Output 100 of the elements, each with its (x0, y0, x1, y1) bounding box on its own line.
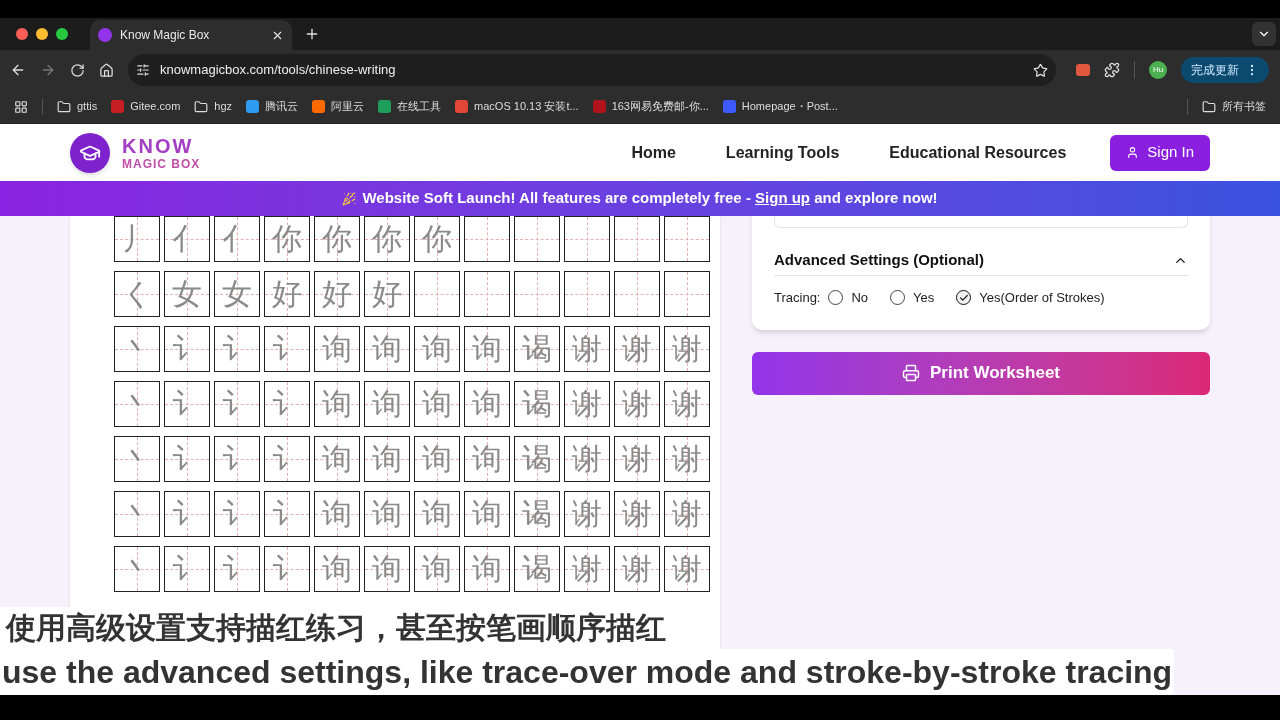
practice-cell: 讠 (264, 436, 310, 482)
practice-cell: 谢 (664, 381, 710, 427)
practice-cell: く (114, 271, 160, 317)
back-icon[interactable] (10, 62, 26, 78)
practice-cell: 谢 (564, 326, 610, 372)
practice-cell: 询 (314, 436, 360, 482)
practice-cell: 你 (314, 216, 360, 262)
extension-icon[interactable] (1076, 64, 1090, 76)
bookmark-item[interactable]: 在线工具 (378, 98, 442, 115)
practice-cell: 询 (314, 491, 360, 537)
practice-cell: 讠 (214, 546, 260, 592)
practice-cell: 你 (414, 216, 460, 262)
extensions-icon[interactable] (1104, 62, 1120, 78)
radio-option[interactable]: Yes (890, 288, 935, 308)
practice-cell: 讠 (264, 491, 310, 537)
site-settings-icon[interactable] (136, 63, 150, 77)
radio-button[interactable] (890, 290, 906, 306)
print-worksheet-button[interactable]: Print Worksheet (752, 351, 1210, 395)
tab-title: Know Magic Box (120, 27, 211, 44)
practice-cell: 询 (464, 326, 510, 372)
practice-cell: 亻 (214, 216, 260, 262)
practice-cell: 女 (214, 271, 260, 317)
address-bar[interactable]: knowmagicbox.com/tools/chinese-writing (128, 54, 1056, 86)
practice-cell: 讠 (264, 381, 310, 427)
bookmark-item[interactable]: Homepage・Post... (722, 98, 838, 115)
practice-cell: 询 (414, 491, 460, 537)
practice-cell: 谢 (614, 546, 660, 592)
bookmark-item[interactable]: Gitee.com (111, 98, 181, 115)
practice-cell (464, 271, 510, 317)
practice-cell (564, 216, 610, 262)
practice-cell: 谢 (564, 491, 610, 537)
sign-in-button[interactable]: Sign In (1110, 134, 1210, 171)
practice-cell: 谢 (614, 326, 660, 372)
practice-cell (564, 271, 610, 317)
tracing-label: Tracing: (774, 289, 821, 307)
practice-cell: 丶 (114, 326, 160, 372)
practice-cell: 讠 (164, 436, 210, 482)
practice-cell: 谢 (564, 546, 610, 592)
practice-cell (614, 271, 660, 317)
practice-cell: 询 (464, 381, 510, 427)
practice-cell: 询 (314, 326, 360, 372)
practice-cell: 谢 (664, 326, 710, 372)
practice-cell: 讠 (164, 491, 210, 537)
practice-cell: 谒 (514, 546, 560, 592)
practice-cell: 谢 (664, 546, 710, 592)
logo-badge[interactable] (70, 132, 110, 173)
browser-tab[interactable]: Know Magic Box (90, 20, 292, 50)
all-bookmarks-item[interactable]: 所有书签 (1202, 98, 1266, 115)
sign-up-link[interactable]: Sign up (755, 189, 811, 207)
practice-cell: 谢 (664, 491, 710, 537)
practice-cell: 讠 (214, 326, 260, 372)
practice-cell (464, 216, 510, 262)
advanced-settings-toggle[interactable]: Advanced Settings (Optional) (774, 246, 1188, 276)
printer-icon (901, 364, 920, 382)
folder-icon (57, 99, 71, 114)
practice-cell: 好 (314, 271, 360, 317)
practice-cell: 丶 (114, 381, 160, 427)
practice-cell: 讠 (214, 491, 260, 537)
radio-button[interactable] (828, 290, 844, 306)
nav-link[interactable]: Educational Resources (889, 140, 1067, 165)
practice-cell: 讠 (164, 326, 210, 372)
bookmark-item[interactable]: 阿里云 (312, 98, 365, 115)
radio-button[interactable] (956, 290, 972, 306)
practice-cell: 询 (414, 326, 460, 372)
practice-cell: 询 (464, 491, 510, 537)
tab-list-button[interactable] (1252, 22, 1276, 46)
caption-english: use the advanced settings, like trace-over mode and stroke-by-stroke tracing (0, 649, 1175, 695)
home-icon[interactable] (99, 62, 114, 78)
bookmark-item[interactable]: 163网易免费邮-你... (592, 98, 709, 115)
nav-link[interactable]: Home (631, 140, 676, 165)
party-popper-icon (342, 191, 357, 206)
bookmark-item[interactable]: macOS 10.13 安装t... (455, 98, 579, 115)
practice-cell: 你 (264, 216, 310, 262)
new-tab-icon[interactable] (304, 26, 320, 42)
practice-cell: 询 (414, 546, 460, 592)
practice-cell (664, 271, 710, 317)
bookmark-item[interactable]: 腾讯云 (246, 98, 299, 115)
folder-icon (1202, 99, 1216, 114)
practice-cell: 谢 (614, 381, 660, 427)
nav-link[interactable]: Learning Tools (725, 140, 840, 165)
practice-cell: 询 (364, 546, 410, 592)
practice-cell: 讠 (264, 326, 310, 372)
practice-cell: 丶 (114, 491, 160, 537)
practice-cell: 讠 (164, 381, 210, 427)
practice-cell: 好 (264, 271, 310, 317)
bookmark-item[interactable]: hgz (194, 98, 233, 115)
radio-option[interactable]: No (828, 288, 869, 308)
update-button[interactable]: 完成更新 (1181, 57, 1269, 83)
radio-option[interactable]: Yes(Order of Strokes) (956, 288, 1105, 308)
reload-icon[interactable] (70, 62, 85, 78)
forward-icon[interactable] (40, 62, 56, 78)
bookmark-item[interactable]: gttis (57, 98, 98, 115)
practice-cell: 讠 (214, 381, 260, 427)
practice-cell: 讠 (214, 436, 260, 482)
bookmark-star-icon[interactable] (1033, 62, 1048, 78)
check-icon (958, 292, 969, 303)
practice-cell: 询 (414, 381, 460, 427)
practice-cell: 询 (364, 326, 410, 372)
practice-cell: 询 (314, 546, 360, 592)
apps-icon[interactable] (14, 99, 28, 114)
